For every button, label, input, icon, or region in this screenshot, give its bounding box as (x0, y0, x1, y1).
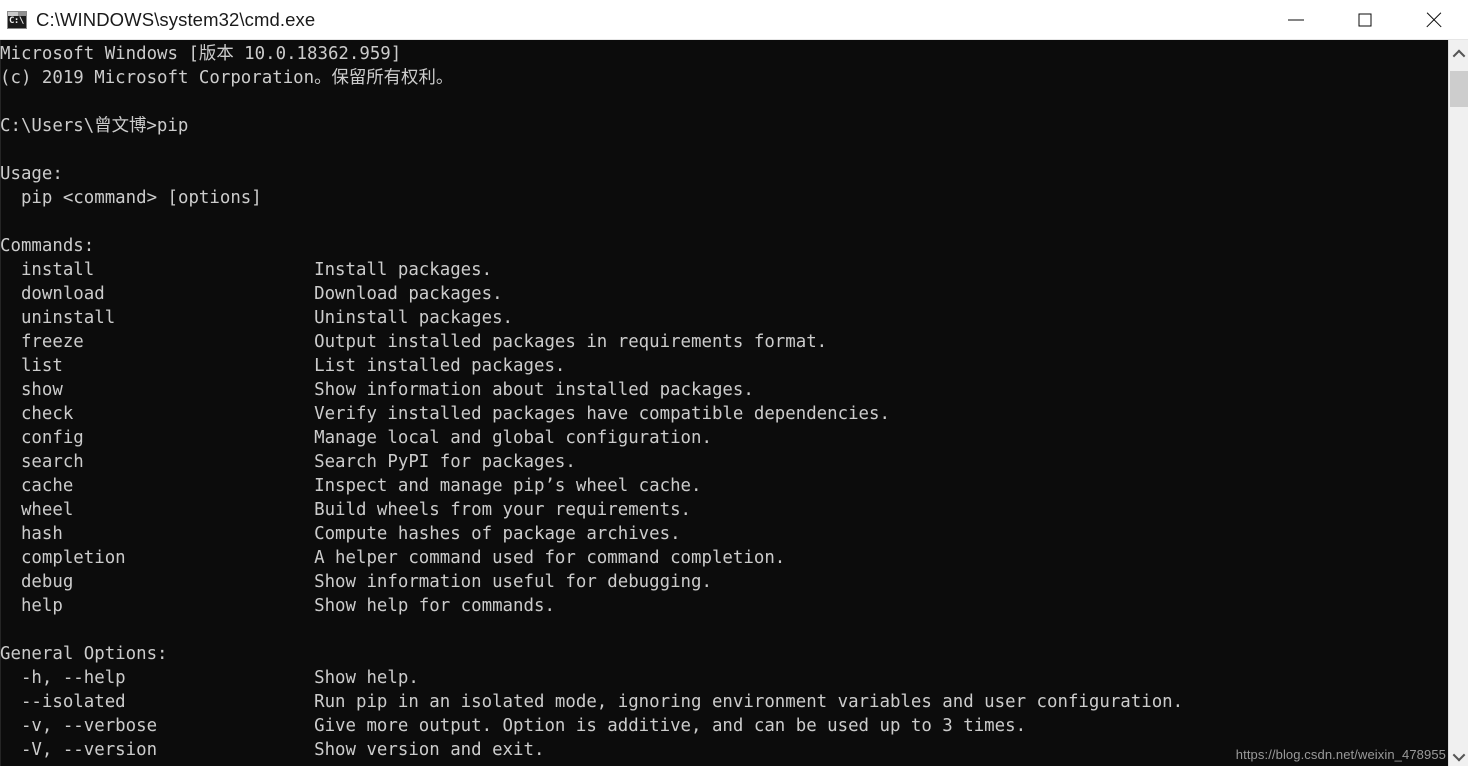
cmd-console-icon: C:\ (7, 10, 27, 29)
console-line: freeze Output installed packages in requ… (0, 332, 828, 352)
vertical-scrollbar[interactable] (1448, 40, 1468, 766)
console-line: Commands: (0, 236, 95, 256)
console-line: -V, --version Show version and exit. (0, 740, 545, 760)
scrollbar-thumb[interactable] (1450, 71, 1468, 107)
console-line: Usage: (0, 164, 63, 184)
watermark-url: https://blog.csdn.net/weixin_478955 (1235, 747, 1446, 762)
scroll-up-button[interactable] (1449, 45, 1468, 65)
minimize-button[interactable] (1261, 0, 1330, 40)
minimize-icon (1287, 19, 1304, 20)
console-line: cache Inspect and manage pip’s wheel cac… (0, 476, 702, 496)
console-line: (c) 2019 Microsoft Corporation。保留所有权利。 (0, 68, 454, 88)
console-client-area[interactable]: Microsoft Windows [版本 10.0.18362.959] (c)… (0, 40, 1468, 766)
cmd-window: C:\ C:\WINDOWS\system32\cmd.exe Microsof… (0, 0, 1468, 766)
console-line: debug Show information useful for debugg… (0, 572, 712, 592)
window-title: C:\WINDOWS\system32\cmd.exe (36, 8, 316, 30)
console-line: check Verify installed packages have com… (0, 404, 890, 424)
maximize-icon (1358, 13, 1371, 26)
console-line: C:\Users\曾文博>pip (0, 116, 189, 136)
console-line: pip <command> [options] (0, 188, 262, 208)
console-line: uninstall Uninstall packages. (0, 308, 514, 328)
console-line: install Install packages. (0, 260, 493, 280)
console-line: completion A helper command used for com… (0, 548, 786, 568)
cmd-icon-glyph: C:\ (9, 15, 24, 26)
console-line: wheel Build wheels from your requirement… (0, 500, 692, 520)
console-line: config Manage local and global configura… (0, 428, 712, 448)
console-line: show Show information about installed pa… (0, 380, 754, 400)
close-button[interactable] (1399, 0, 1468, 40)
console-line: -v, --verbose Give more output. Option i… (0, 716, 1027, 736)
console-line: list List installed packages. (0, 356, 566, 376)
console-line: -h, --help Show help. (0, 668, 419, 688)
console-line: search Search PyPI for packages. (0, 452, 576, 472)
chevron-down-icon (1452, 748, 1465, 762)
console-line: hash Compute hashes of package archives. (0, 524, 681, 544)
console-line: Microsoft Windows [版本 10.0.18362.959] (0, 44, 402, 64)
window-controls (1261, 0, 1468, 40)
scroll-down-button[interactable] (1449, 746, 1468, 766)
titlebar-left: C:\ C:\WINDOWS\system32\cmd.exe (0, 9, 1261, 31)
console-output[interactable]: Microsoft Windows [版本 10.0.18362.959] (c)… (0, 42, 1448, 766)
chevron-up-icon (1452, 49, 1465, 63)
console-line: help Show help for commands. (0, 596, 555, 616)
console-line: download Download packages. (0, 284, 503, 304)
console-line: General Options: (0, 644, 168, 664)
console-line: --isolated Run pip in an isolated mode, … (0, 692, 1184, 712)
titlebar[interactable]: C:\ C:\WINDOWS\system32\cmd.exe (0, 0, 1468, 40)
maximize-button[interactable] (1330, 0, 1399, 40)
